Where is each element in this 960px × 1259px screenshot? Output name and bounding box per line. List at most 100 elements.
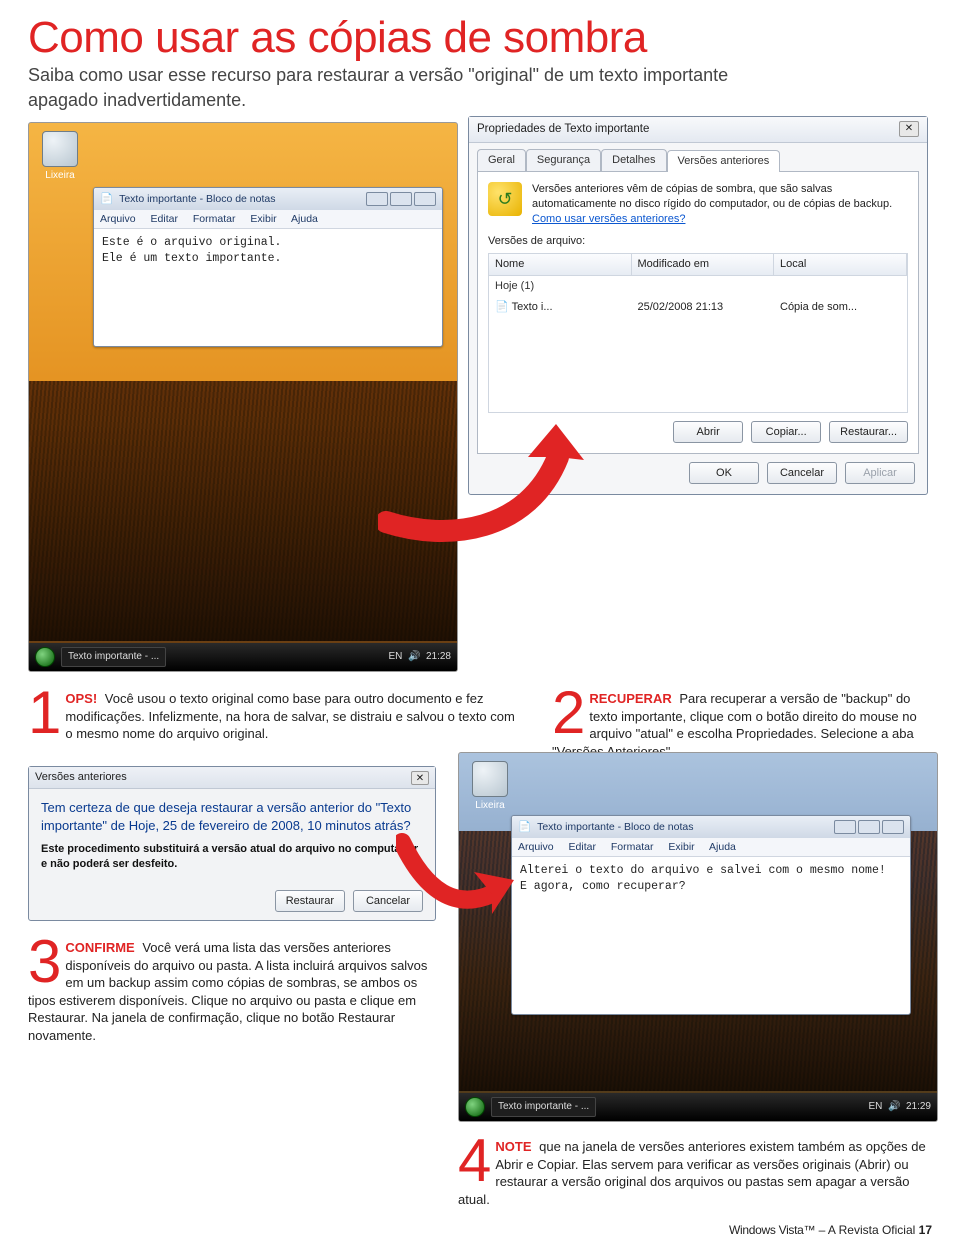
row-confirm-desktop: Versões anteriores ✕ Tem certeza de que … [28,752,932,1208]
taskbar-item[interactable]: Texto importante - ... [61,647,166,667]
menubar[interactable]: Arquivo Editar Formatar Exibir Ajuda [512,838,910,857]
open-button[interactable]: Abrir [673,421,743,443]
restore-button[interactable]: Restaurar... [829,421,908,443]
menu-edit[interactable]: Editar [569,841,596,853]
confirm-warning: Este procedimento substituirá a versão a… [41,842,423,872]
lang-indicator[interactable]: EN [388,651,402,662]
step-number: 3 [28,939,61,984]
menu-file[interactable]: Arquivo [518,841,554,853]
versions-icon [488,182,522,216]
taskbar[interactable]: Texto importante - ... EN 🔊 21:29 [459,1093,937,1121]
step-body: Você verá uma lista das versões anterior… [28,940,427,1043]
restore-button[interactable]: Restaurar [275,890,345,912]
minimize-button[interactable] [366,192,388,206]
dialog-titlebar[interactable]: Versões anteriores ✕ [29,767,435,789]
col-modified[interactable]: Modificado em [632,254,775,276]
close-icon[interactable]: ✕ [899,121,919,137]
text-line: E agora, como recuperar? [520,879,902,895]
list-header[interactable]: Nome Modificado em Local [489,254,907,276]
window-titlebar[interactable]: 📄 Texto importante - Bloco de notas [94,188,442,210]
text-area[interactable]: Alterei o texto do arquivo e salvei com … [512,857,910,900]
dialog-titlebar[interactable]: Propriedades de Texto importante ✕ [469,117,927,143]
maximize-button[interactable] [858,820,880,834]
col-name[interactable]: Nome [489,254,632,276]
list-label: Versões de arquivo: [488,234,908,249]
minimize-button[interactable] [834,820,856,834]
start-button[interactable] [35,647,55,667]
cancel-button[interactable]: Cancelar [767,462,837,484]
step-lead: CONFIRME [65,940,134,955]
window-title: Texto importante - Bloco de notas [537,820,693,834]
maximize-button[interactable] [390,192,412,206]
clock[interactable]: 21:28 [426,651,451,662]
taskbar[interactable]: Texto importante - ... EN 🔊 21:28 [29,643,457,671]
clock[interactable]: 21:29 [906,1101,931,1112]
dialog-title: Propriedades de Texto importante [477,122,649,138]
notepad-window-modified: 📄 Texto importante - Bloco de notas Arqu… [511,815,911,1015]
page-number: 17 [919,1223,932,1237]
step-number: 2 [552,690,585,735]
tab-general[interactable]: Geral [477,149,526,171]
menu-format[interactable]: Formatar [193,213,236,225]
system-tray[interactable]: EN 🔊 21:28 [388,650,451,664]
arrow-icon [378,402,588,552]
menu-edit[interactable]: Editar [151,213,178,225]
menu-view[interactable]: Exibir [250,213,276,225]
arrow-icon [396,832,516,922]
step-lead: OPS! [65,691,97,706]
menubar[interactable]: Arquivo Editar Formatar Exibir Ajuda [94,210,442,229]
tab-previous-versions[interactable]: Versões anteriores [667,150,781,172]
text-line: Este é o arquivo original. [102,235,434,251]
menu-file[interactable]: Arquivo [100,213,136,225]
trash-icon [472,761,508,797]
menu-help[interactable]: Ajuda [291,213,318,225]
desktop-screenshot: Lixeira 📄 Texto importante - Bloco de no… [28,122,458,672]
desktop-screenshot-2: Lixeira 📄 Texto importante - Bloco de no… [458,752,938,1122]
page-footer: Windows Vista™ – A Revista Oficial 17 [28,1222,932,1238]
copy-button[interactable]: Copiar... [751,421,821,443]
text-area[interactable]: Este é o arquivo original. Ele é um text… [94,229,442,272]
text-line: Alterei o texto do arquivo e salvei com … [520,863,902,879]
list-group[interactable]: Hoje (1) [489,276,907,297]
cell-name: 📄 Texto i... [489,297,632,318]
tab-details[interactable]: Detalhes [601,149,666,171]
menu-view[interactable]: Exibir [668,841,694,853]
window-titlebar[interactable]: 📄 Texto importante - Bloco de notas [512,816,910,838]
taskbar-item[interactable]: Texto importante - ... [491,1097,596,1117]
recycle-bin-icon[interactable]: Lixeira [469,761,511,813]
ok-button[interactable]: OK [689,462,759,484]
help-link[interactable]: Como usar versões anteriores? [532,213,685,225]
lang-indicator[interactable]: EN [868,1101,882,1112]
system-tray[interactable]: EN 🔊 21:29 [868,1100,931,1114]
close-button[interactable] [414,192,436,206]
confirm-question: Tem certeza de que deseja restaurar a ve… [41,799,423,834]
cell-modified: 25/02/2008 21:13 [632,297,775,318]
trash-icon [42,131,78,167]
list-row[interactable]: 📄 Texto i... 25/02/2008 21:13 Cópia de s… [489,297,907,318]
notepad-icon: 📄 [100,192,113,206]
col-location[interactable]: Local [774,254,907,276]
icon-label: Lixeira [475,800,504,811]
page-title: Como usar as cópias de sombra [28,8,932,67]
step-number: 4 [458,1138,491,1183]
dialog-title: Versões anteriores [35,770,127,785]
close-icon[interactable]: ✕ [411,771,429,785]
notepad-window-original: 📄 Texto importante - Bloco de notas Arqu… [93,187,443,347]
tab-security[interactable]: Segurança [526,149,601,171]
close-button[interactable] [882,820,904,834]
apply-button[interactable]: Aplicar [845,462,915,484]
recycle-bin-icon[interactable]: Lixeira [39,131,81,183]
start-button[interactable] [465,1097,485,1117]
step-2: 2 RECUPERAR Para recuperar a versão de "… [552,690,932,760]
footer-tag: – A Revista Oficial [815,1223,918,1237]
versions-list[interactable]: Nome Modificado em Local Hoje (1) 📄 Text… [488,253,908,413]
dialog-description: Versões anteriores vêm de cópias de somb… [532,182,908,227]
step-body: Você usou o texto original como base par… [65,691,514,741]
step-lead: RECUPERAR [589,691,671,706]
confirm-dialog: Versões anteriores ✕ Tem certeza de que … [28,766,436,921]
tab-strip: Geral Segurança Detalhes Versões anterio… [477,149,919,171]
menu-format[interactable]: Formatar [611,841,654,853]
menu-help[interactable]: Ajuda [709,841,736,853]
step-4: 4 NOTE que na janela de versões anterior… [458,1138,938,1208]
cell-location: Cópia de som... [774,297,907,318]
